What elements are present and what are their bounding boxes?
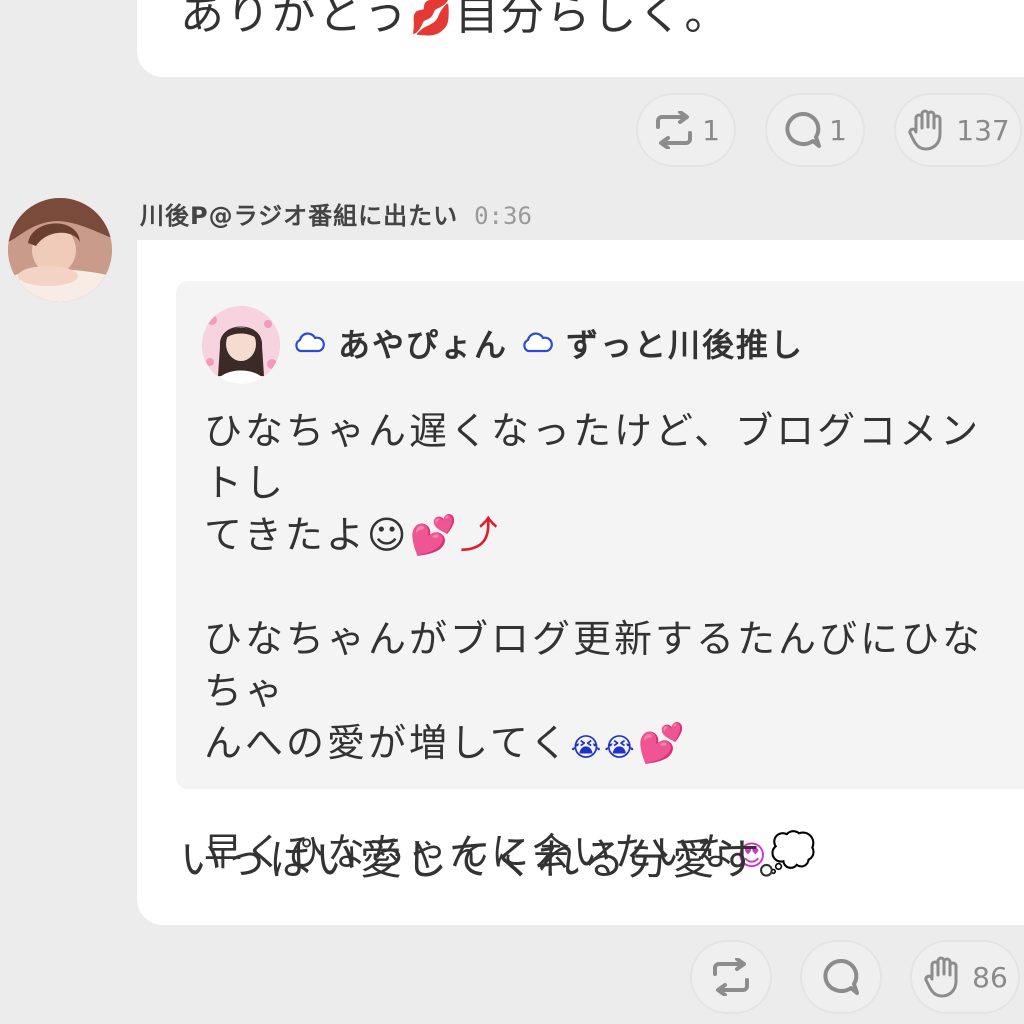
quote-body: ひなちゃん遅くなったけど、ブログコメントし てきたよ☺💕⤴ ひなちゃんがブログ更… xyxy=(204,405,1019,882)
speech-bubble-icon xyxy=(823,958,859,995)
retweet-icon xyxy=(713,958,749,996)
retweet-count: 1 xyxy=(702,113,720,147)
crying-face-icon: 😭 xyxy=(570,733,605,763)
quote-author-avatar-image xyxy=(202,306,280,384)
message-header: 川後P@ラジオ番組に出たい 0:36 xyxy=(140,196,532,231)
quote-line: ひなちゃんがブログ更新するたんびにひなちゃ xyxy=(204,617,984,713)
speech-bubble-icon xyxy=(785,111,822,148)
quote-line-blank xyxy=(204,561,1019,613)
quote-author-avatar[interactable] xyxy=(202,306,280,384)
clap-count: 137 xyxy=(956,113,1010,147)
quote-line: てきたよ☺💕⤴ xyxy=(204,513,501,557)
sender-avatar[interactable] xyxy=(8,198,112,302)
previous-message-text: ありがとう💋自分らしく。 xyxy=(180,0,730,42)
clap-button[interactable]: 86 xyxy=(910,940,1020,1014)
message-text: いっぱい愛してくれる分愛す。 xyxy=(180,835,804,884)
sender-avatar-image xyxy=(8,198,112,302)
message-time: 0:36 xyxy=(474,202,532,230)
clap-hand-icon xyxy=(924,956,958,998)
quote-line: んへの愛が増してく😭😭💕 xyxy=(204,721,688,765)
retweet-icon xyxy=(656,111,693,149)
lips-icon: 💋 xyxy=(410,0,455,38)
previous-message-text-end: 自分らしく。 xyxy=(454,0,731,40)
reply-button[interactable] xyxy=(800,940,882,1014)
two-hearts-icon: 💕 xyxy=(637,721,688,765)
clap-count: 86 xyxy=(972,960,1008,994)
reply-count: 1 xyxy=(829,113,847,147)
reply-button[interactable]: 1 xyxy=(765,93,865,167)
arrow-up-icon: ⤴ xyxy=(459,513,501,557)
clap-hand-icon xyxy=(908,109,942,151)
quote-line-blank xyxy=(204,774,1019,826)
retweet-button[interactable]: 1 xyxy=(636,93,736,167)
cloud-icon xyxy=(295,332,325,353)
clap-button[interactable]: 137 xyxy=(894,93,1022,167)
quote-header: あやぴょん ずっと川後推し xyxy=(292,320,804,366)
timeline: ありがとう💋自分らしく。 1 1 137 川後P@ラジオ番組に出たい 0:36 … xyxy=(0,0,1024,1024)
retweet-button[interactable] xyxy=(690,940,772,1014)
two-hearts-icon: 💕 xyxy=(409,513,460,557)
crying-face-icon: 😭 xyxy=(604,733,638,763)
quote-author-name[interactable]: あやぴょん xyxy=(338,320,508,366)
quote-line: ひなちゃん遅くなったけど、ブログコメントし xyxy=(204,409,982,505)
cloud-icon xyxy=(523,332,553,353)
sender-name[interactable]: 川後P@ラジオ番組に出たい xyxy=(140,196,458,231)
previous-message-text-start: ありがとう xyxy=(180,0,410,40)
quote-author-bio: ずっと川後推し xyxy=(566,326,805,364)
